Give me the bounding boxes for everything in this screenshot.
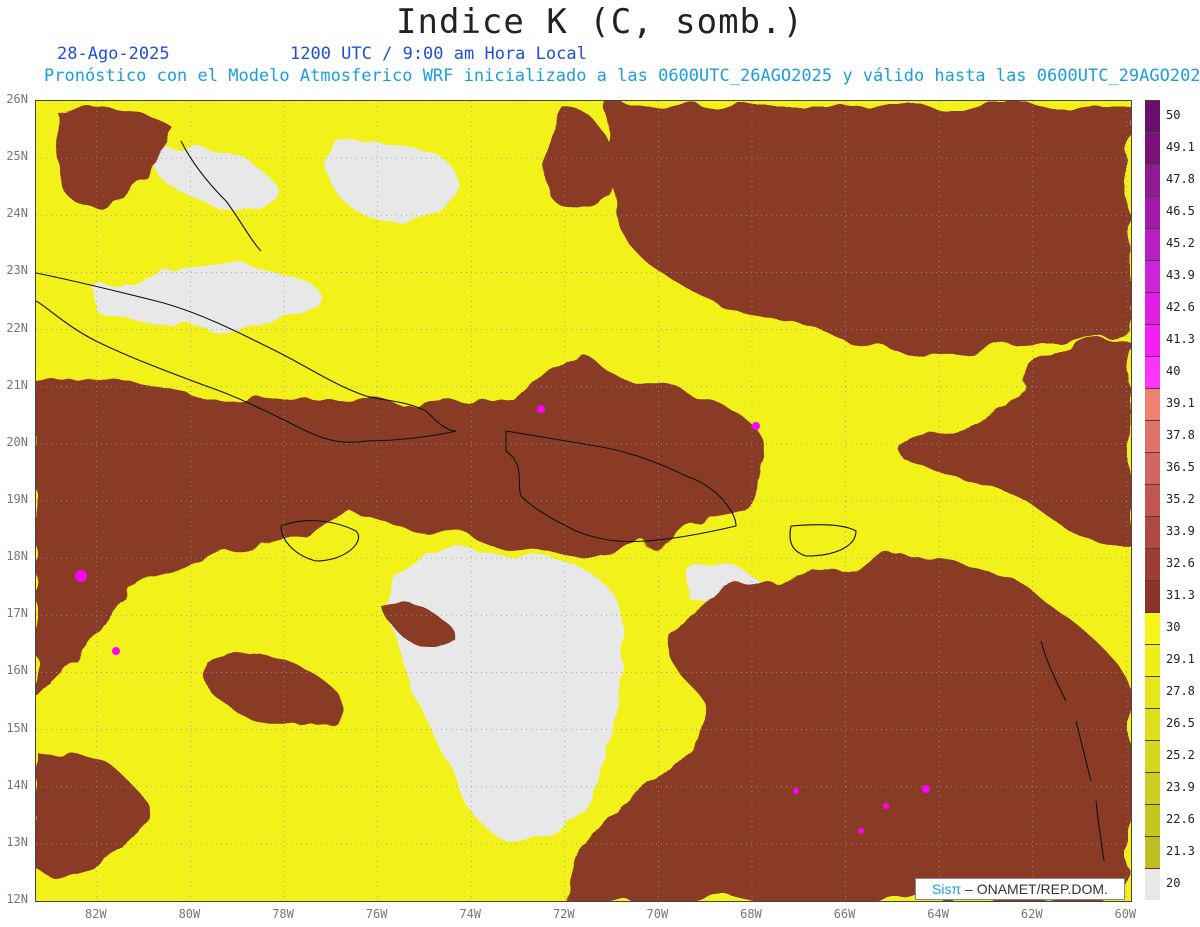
lat-label: 12N — [6, 892, 28, 906]
colorbar-segment — [1145, 484, 1160, 516]
colorbar-label: 35.2 — [1166, 492, 1195, 506]
lat-label: 18N — [6, 549, 28, 564]
lon-label: 76W — [365, 907, 388, 921]
colorbar-segment — [1145, 708, 1160, 740]
colorbar-segment — [1145, 292, 1160, 324]
peak-spot — [112, 647, 120, 655]
colorbar-segment — [1145, 420, 1160, 452]
colorbar-segment — [1145, 260, 1160, 292]
peak-spot — [75, 570, 87, 582]
colorbar-label: 20 — [1166, 876, 1181, 890]
peak-spot — [537, 405, 545, 413]
colorbar-label: 36.5 — [1166, 460, 1195, 474]
colorbar-segment — [1145, 612, 1160, 644]
colorbar-segment — [1145, 452, 1160, 484]
colorbar-segment — [1145, 516, 1160, 548]
colorbar-segment — [1145, 356, 1160, 388]
k-index-map — [36, 101, 1131, 901]
lat-label: 16N — [6, 663, 28, 678]
map-title: Indice K (C, somb.) — [396, 2, 804, 42]
map-panel — [35, 100, 1132, 902]
colorbar-label: 42.6 — [1166, 300, 1195, 314]
peak-spot — [752, 422, 760, 430]
colorbar-label: 46.5 — [1166, 204, 1195, 218]
colorbar-segment — [1145, 644, 1160, 676]
colorbar-segment — [1145, 740, 1160, 772]
forecast-date: 28-Ago-2025 — [57, 44, 170, 64]
forecast-description: Pronóstico con el Modelo Atmosferico WRF… — [44, 66, 1200, 86]
lat-label: 21N — [6, 377, 28, 392]
lon-label: 70W — [646, 907, 669, 921]
lat-label: 14N — [6, 777, 28, 792]
lon-label: 60W — [1114, 907, 1137, 921]
colorbar-label: 47.8 — [1166, 172, 1195, 186]
colorbar — [1145, 100, 1160, 900]
colorbar-segment — [1145, 196, 1160, 228]
colorbar-label: 27.8 — [1166, 684, 1195, 698]
lon-label: 72W — [552, 907, 575, 921]
colorbar-segment — [1145, 804, 1160, 836]
colorbar-segment — [1145, 868, 1160, 900]
colorbar-segment — [1145, 580, 1160, 612]
colorbar-label: 26.5 — [1166, 716, 1195, 730]
colorbar-segment — [1145, 324, 1160, 356]
colorbar-label: 29.1 — [1166, 652, 1195, 666]
colorbar-label: 41.3 — [1166, 332, 1195, 346]
peak-spot — [793, 788, 799, 794]
lat-label: 24N — [6, 206, 28, 221]
colorbar-label: 33.9 — [1166, 524, 1195, 538]
peak-spot — [858, 828, 864, 834]
colorbar-segment — [1145, 132, 1160, 164]
colorbar-segment — [1145, 676, 1160, 708]
lon-label: 74W — [459, 907, 482, 921]
colorbar-label: 30 — [1166, 620, 1181, 634]
lat-label: 23N — [6, 263, 28, 278]
colorbar-label: 50 — [1166, 108, 1181, 122]
lat-label: 25N — [6, 149, 28, 164]
colorbar-label: 32.6 — [1166, 556, 1195, 570]
lat-label: 15N — [6, 720, 28, 735]
colorbar-segment — [1145, 164, 1160, 196]
colorbar-label: 22.6 — [1166, 812, 1195, 826]
sispi-logo: Sisπ — [932, 881, 962, 897]
lon-label: 66W — [833, 907, 856, 921]
colorbar-label: 37.8 — [1166, 428, 1195, 442]
colorbar-label: 49.1 — [1166, 140, 1195, 154]
peak-spot — [922, 785, 930, 793]
colorbar-label: 40 — [1166, 364, 1181, 378]
forecast-time: 1200 UTC / 9:00 am Hora Local — [290, 44, 587, 64]
colorbar-segment — [1145, 100, 1160, 132]
colorbar-label: 43.9 — [1166, 268, 1195, 282]
lat-label: 13N — [6, 834, 28, 849]
peak-spot — [883, 803, 889, 809]
colorbar-label: 21.3 — [1166, 844, 1195, 858]
colorbar-segment — [1145, 836, 1160, 868]
credit-box: Sisπ – ONAMET/REP.DOM. — [915, 878, 1125, 900]
colorbar-label: 31.3 — [1166, 588, 1195, 602]
lat-label: 17N — [6, 606, 28, 621]
colorbar-label: 39.1 — [1166, 396, 1195, 410]
colorbar-label: 45.2 — [1166, 236, 1195, 250]
colorbar-segment — [1145, 388, 1160, 420]
lat-label: 19N — [6, 492, 28, 506]
lon-label: 62W — [1020, 907, 1043, 921]
lon-label: 78W — [272, 907, 294, 921]
lat-label: 22N — [6, 320, 28, 335]
colorbar-label: 25.2 — [1166, 748, 1195, 762]
lat-label: 26N — [6, 92, 28, 106]
colorbar-segment — [1145, 548, 1160, 580]
colorbar-label: 23.9 — [1166, 780, 1195, 794]
lon-label: 80W — [178, 907, 201, 921]
lon-label: 68W — [740, 907, 762, 921]
lon-label: 82W — [84, 907, 107, 921]
colorbar-segment — [1145, 772, 1160, 804]
credit-text: – ONAMET/REP.DOM. — [961, 881, 1108, 897]
lat-label: 20N — [6, 434, 28, 449]
colorbar-segment — [1145, 228, 1160, 260]
lon-label: 64W — [927, 907, 949, 921]
